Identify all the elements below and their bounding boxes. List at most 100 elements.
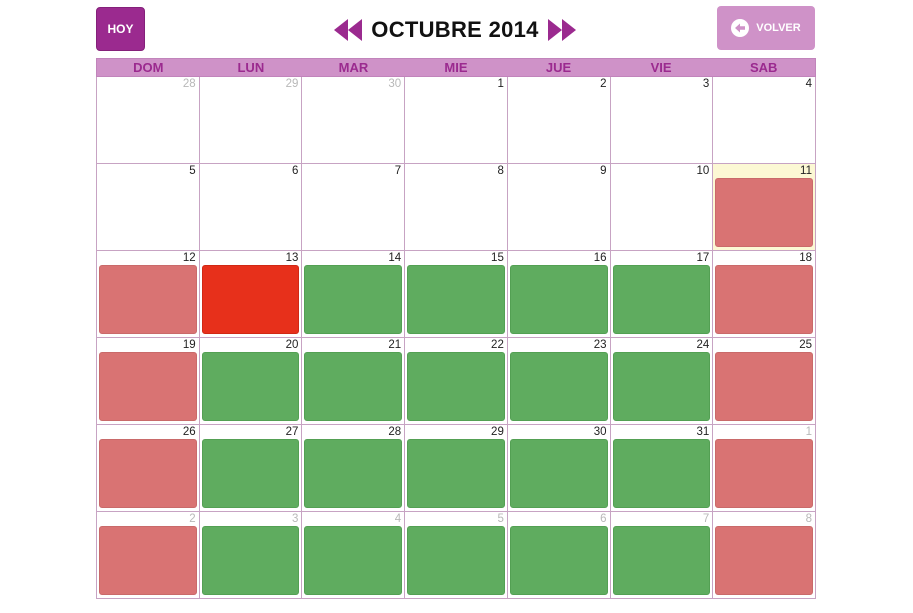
day-event-block-green[interactable] xyxy=(407,439,505,508)
day-cell[interactable]: 25 xyxy=(713,338,816,425)
day-number: 7 xyxy=(394,165,402,177)
day-cell[interactable]: 8 xyxy=(405,164,508,251)
day-number: 4 xyxy=(394,513,402,525)
day-number: 5 xyxy=(497,513,504,525)
next-month-icon[interactable] xyxy=(547,18,577,42)
day-cell[interactable]: 2 xyxy=(97,512,200,599)
day-cell[interactable]: 17 xyxy=(610,251,714,338)
day-cell[interactable]: 14 xyxy=(302,251,406,338)
day-cell[interactable]: 16 xyxy=(507,251,611,338)
day-cell[interactable]: 1 xyxy=(713,425,816,512)
day-cell[interactable]: 5 xyxy=(405,512,508,599)
day-cell[interactable]: 31 xyxy=(610,425,714,512)
day-cell[interactable]: 7 xyxy=(302,164,406,251)
day-event-block-green[interactable] xyxy=(201,352,300,421)
day-event-block-pink[interactable] xyxy=(715,178,813,247)
day-cell[interactable]: 12 xyxy=(97,251,200,338)
day-cell[interactable]: 28 xyxy=(302,425,406,512)
day-event-block-green[interactable] xyxy=(612,265,711,334)
day-cell[interactable]: 30 xyxy=(507,425,611,512)
previous-month-icon[interactable] xyxy=(333,18,363,42)
today-day-cell[interactable]: 11 xyxy=(713,164,816,251)
day-number: 24 xyxy=(696,339,710,351)
day-cell[interactable]: 5 xyxy=(97,164,200,251)
day-number: 9 xyxy=(600,165,607,177)
day-number: 25 xyxy=(799,339,812,351)
back-button[interactable]: VOLVER xyxy=(717,6,815,50)
day-event-block-green[interactable] xyxy=(612,526,711,595)
day-number: 31 xyxy=(696,426,710,438)
day-number: 12 xyxy=(182,252,196,264)
day-event-block-pink[interactable] xyxy=(99,352,197,421)
day-event-block-pink[interactable] xyxy=(715,526,813,595)
day-number: 14 xyxy=(388,252,402,264)
day-cell[interactable]: 10 xyxy=(610,164,714,251)
day-cell[interactable]: 3 xyxy=(610,77,714,164)
day-number: 15 xyxy=(491,252,504,264)
month-calendar: DOM LUN MAR MIE JUE VIE SAB 28 29 30 1 2 3 4 5 6… xyxy=(96,58,816,599)
day-cell[interactable]: 4 xyxy=(302,512,406,599)
day-event-block-green[interactable] xyxy=(201,526,300,595)
day-cell[interactable]: 22 xyxy=(405,338,508,425)
day-cell[interactable]: 28 xyxy=(97,77,200,164)
day-event-block-green[interactable] xyxy=(304,439,403,508)
day-event-block-green[interactable] xyxy=(407,352,505,421)
day-cell[interactable]: 24 xyxy=(610,338,714,425)
today-button[interactable]: HOY xyxy=(96,7,145,51)
day-event-block-green[interactable] xyxy=(304,352,403,421)
day-event-block-green[interactable] xyxy=(407,265,505,334)
day-event-block-pink[interactable] xyxy=(99,265,197,334)
day-number: 2 xyxy=(600,78,607,90)
day-cell[interactable]: 4 xyxy=(713,77,816,164)
day-event-block-pink[interactable] xyxy=(715,439,813,508)
day-number: 6 xyxy=(292,165,299,177)
day-number: 4 xyxy=(805,78,812,90)
day-event-block-green[interactable] xyxy=(612,439,711,508)
day-number: 3 xyxy=(292,513,299,525)
day-number: 1 xyxy=(805,426,812,438)
day-cell[interactable]: 29 xyxy=(405,425,508,512)
day-number: 26 xyxy=(182,426,196,438)
day-cell[interactable]: 29 xyxy=(199,77,303,164)
day-number: 21 xyxy=(388,339,402,351)
day-event-block-green[interactable] xyxy=(304,265,403,334)
day-event-block-pink[interactable] xyxy=(715,265,813,334)
day-cell[interactable]: 23 xyxy=(507,338,611,425)
back-arrow-icon xyxy=(731,19,750,37)
day-cell[interactable]: 6 xyxy=(507,512,611,599)
day-event-block-green[interactable] xyxy=(407,526,505,595)
day-cell[interactable]: 2 xyxy=(507,77,611,164)
weekday-mie: MIE xyxy=(444,60,468,75)
day-cell[interactable]: 30 xyxy=(302,77,406,164)
day-event-block-green[interactable] xyxy=(304,526,403,595)
day-cell[interactable]: 18 xyxy=(713,251,816,338)
day-event-block-green[interactable] xyxy=(509,439,608,508)
day-event-block-green[interactable] xyxy=(612,352,711,421)
day-event-block-pink[interactable] xyxy=(715,352,813,421)
day-cell[interactable]: 19 xyxy=(97,338,200,425)
day-event-block-pink[interactable] xyxy=(99,439,197,508)
day-cell[interactable]: 20 xyxy=(199,338,303,425)
day-event-block-green[interactable] xyxy=(509,526,608,595)
day-cell[interactable]: 27 xyxy=(199,425,303,512)
day-event-block-green[interactable] xyxy=(509,265,608,334)
day-event-block-green[interactable] xyxy=(509,352,608,421)
day-event-block-pink[interactable] xyxy=(99,526,197,595)
day-cell[interactable]: 21 xyxy=(302,338,406,425)
day-cell[interactable]: 7 xyxy=(610,512,714,599)
day-number: 18 xyxy=(799,252,812,264)
day-cell[interactable]: 3 xyxy=(199,512,303,599)
day-event-block-red[interactable] xyxy=(201,265,300,334)
day-cell[interactable]: 13 xyxy=(199,251,303,338)
day-cell[interactable]: 6 xyxy=(199,164,303,251)
day-cell[interactable]: 9 xyxy=(507,164,611,251)
day-number: 3 xyxy=(702,78,710,90)
day-cell[interactable]: 15 xyxy=(405,251,508,338)
day-cell[interactable]: 26 xyxy=(97,425,200,512)
day-number: 29 xyxy=(491,426,504,438)
day-number: 19 xyxy=(182,339,196,351)
day-cell[interactable]: 8 xyxy=(713,512,816,599)
day-cell[interactable]: 1 xyxy=(405,77,508,164)
day-number: 17 xyxy=(696,252,710,264)
day-event-block-green[interactable] xyxy=(201,439,300,508)
